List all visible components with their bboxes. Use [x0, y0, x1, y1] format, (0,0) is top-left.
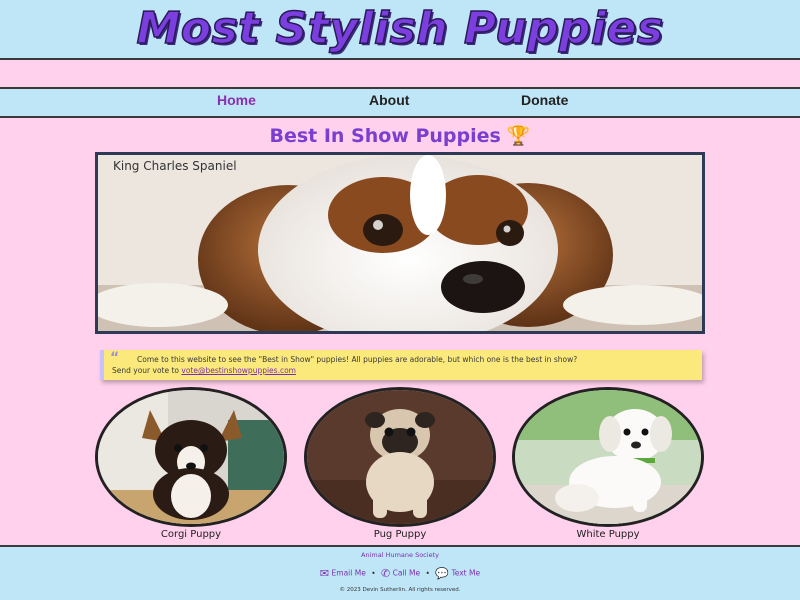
text-me-link[interactable]: Text Me — [451, 569, 480, 578]
section-title: Best In Show Puppies 🏆 — [0, 124, 800, 147]
quote-icon: “ — [110, 350, 120, 366]
corgi-puppy-image — [95, 387, 287, 527]
call-me-link[interactable]: Call Me — [393, 569, 420, 578]
phone-icon: ✆ — [381, 567, 391, 580]
corgi-puppy-caption: Corgi Puppy — [160, 529, 222, 540]
spaniel-illustration — [98, 155, 702, 331]
white-puppy-illustration — [515, 390, 701, 524]
pug-illustration — [307, 390, 493, 524]
quote-line-2: Send your vote to vote@bestinshowpuppies… — [112, 366, 296, 375]
site-header: Most Stylish Puppies — [0, 0, 800, 60]
quote-line-1: Come to this website to see the "Best in… — [137, 355, 578, 364]
copyright-notice: © 2023 Devin Sutherlin. All rights reser… — [339, 587, 461, 593]
quote-vote-prefix: Send your vote to — [112, 366, 182, 375]
pug-puppy-caption: Pug Puppy — [373, 529, 427, 540]
header-spacer — [0, 60, 800, 87]
corgi-illustration — [98, 390, 284, 524]
email-me-link[interactable]: Email Me — [332, 569, 366, 578]
footer-org-name: Animal Humane Society — [361, 551, 439, 559]
footer-contacts: ✉ Email Me • ✆ Call Me • 💬 Text Me — [0, 567, 800, 580]
separator: • — [371, 568, 376, 578]
site-title: Most Stylish Puppies — [136, 2, 664, 55]
nav-about-link[interactable]: About — [369, 92, 409, 108]
trophy-icon: 🏆 — [506, 125, 531, 147]
pug-puppy-image — [304, 387, 496, 527]
intro-quote: “ Come to this website to see the "Best … — [100, 350, 702, 380]
white-puppy-image — [512, 387, 704, 527]
site-footer: Animal Humane Society ✉ Email Me • ✆ Cal… — [0, 545, 800, 600]
separator: • — [425, 568, 430, 578]
vote-email-link[interactable]: vote@bestinshowpuppies.com — [181, 366, 296, 375]
chat-bubble-icon: 💬 — [435, 567, 450, 580]
nav-home-link[interactable]: Home — [217, 92, 256, 108]
hero-label: King Charles Spaniel — [113, 159, 237, 173]
hero-image-king-charles-spaniel: King Charles Spaniel — [95, 152, 705, 334]
envelope-icon: ✉ — [319, 567, 330, 580]
section-title-text: Best In Show Puppies — [269, 125, 501, 147]
nav-donate-link[interactable]: Donate — [521, 92, 568, 108]
white-puppy-caption: White Puppy — [576, 529, 640, 540]
main-nav: Home About Donate — [0, 87, 800, 118]
